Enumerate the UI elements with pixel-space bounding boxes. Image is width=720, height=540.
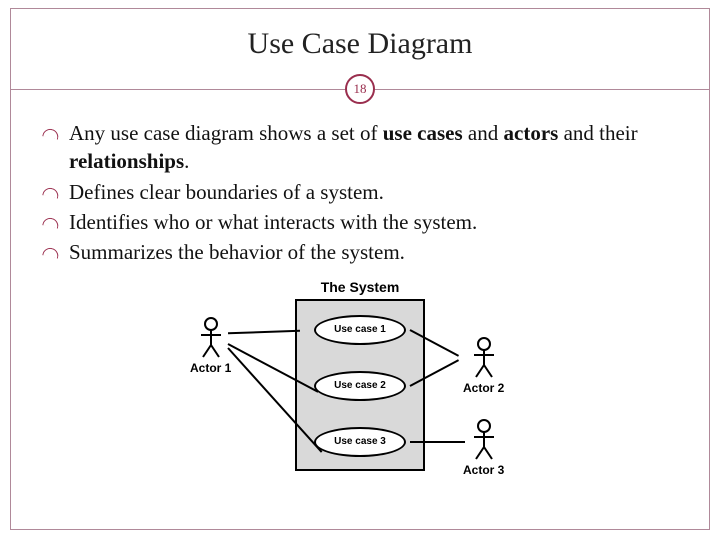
system-title: The System — [321, 279, 400, 295]
bullet-text: . — [184, 149, 189, 173]
bullet-list: Any use case diagram shows a set of use … — [41, 119, 679, 267]
page-number-badge: 18 — [345, 74, 375, 104]
bullet-text: Any use case diagram shows a set of — [69, 121, 383, 145]
slide-frame: Use Case Diagram 18 Any use case diagram… — [10, 8, 710, 530]
actor-label: Actor 2 — [463, 381, 504, 395]
bullet-text: Defines clear boundaries of a system. — [69, 180, 384, 204]
content-area: Any use case diagram shows a set of use … — [11, 107, 709, 491]
bullet-text: Identifies who or what interacts with th… — [69, 210, 477, 234]
bullet-text: and — [463, 121, 504, 145]
use-case-oval: Use case 2 — [314, 371, 406, 401]
actor-label: Actor 3 — [463, 463, 504, 477]
connector — [228, 329, 300, 334]
stick-figure-icon — [471, 337, 497, 379]
use-case-oval: Use case 1 — [314, 315, 406, 345]
actor-figure: Actor 3 — [463, 419, 504, 477]
bullet-item: Any use case diagram shows a set of use … — [41, 119, 679, 176]
slide-title: Use Case Diagram — [11, 27, 709, 61]
bullet-item: Summarizes the behavior of the system. — [41, 238, 679, 266]
bullet-bold: actors — [504, 121, 559, 145]
divider-row: 18 — [11, 71, 709, 107]
stick-figure-icon — [471, 419, 497, 461]
bullet-text: and their — [558, 121, 637, 145]
use-case-oval: Use case 3 — [314, 427, 406, 457]
actor-label: Actor 1 — [190, 361, 231, 375]
diagram-container: The System Use case 1 Use case 2 Use cas… — [41, 281, 679, 491]
use-case-diagram: The System Use case 1 Use case 2 Use cas… — [170, 281, 550, 491]
bullet-text: Summarizes the behavior of the system. — [69, 240, 405, 264]
bullet-item: Defines clear boundaries of a system. — [41, 178, 679, 206]
actor-figure: Actor 2 — [463, 337, 504, 395]
bullet-bold: use cases — [383, 121, 463, 145]
actor-figure: Actor 1 — [190, 317, 231, 375]
stick-figure-icon — [198, 317, 224, 359]
bullet-item: Identifies who or what interacts with th… — [41, 208, 679, 236]
bullet-bold: relationships — [69, 149, 184, 173]
connector — [410, 441, 465, 443]
